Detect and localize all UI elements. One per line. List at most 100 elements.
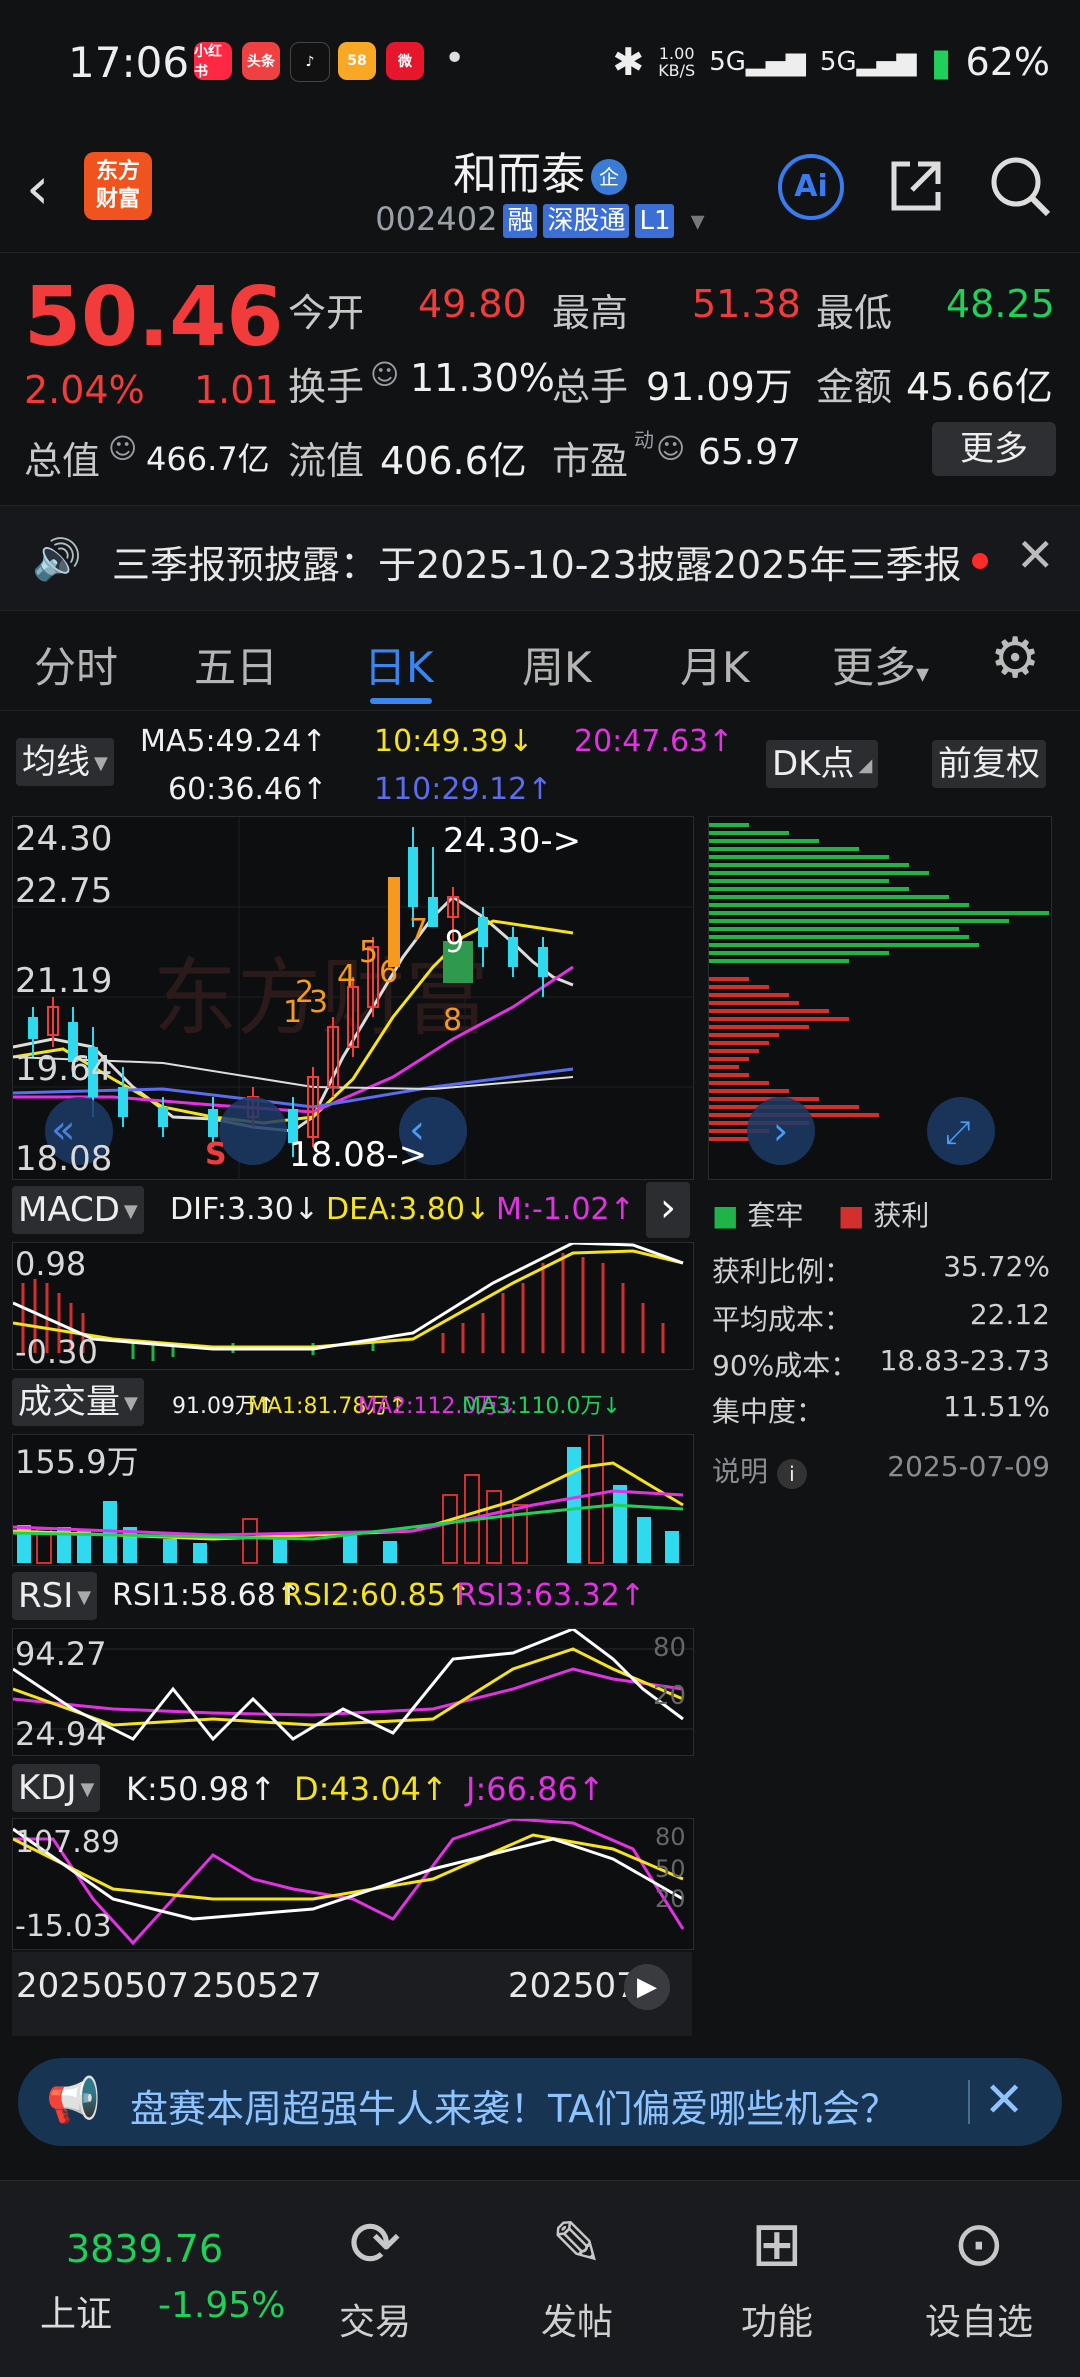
- adjust-price-button[interactable]: 前复权: [932, 740, 1046, 788]
- chip-distribution-chart[interactable]: › ⤢: [708, 816, 1052, 1180]
- tag-level: L1: [635, 204, 675, 238]
- rsi-graphics: [12, 1627, 693, 1742]
- concentration-row: 集中度： 11.51%: [712, 1390, 1050, 1428]
- tab-weekly-k[interactable]: 周K: [522, 634, 592, 695]
- macd-chart[interactable]: 0.98 -0.30: [12, 1241, 694, 1371]
- chevron-left-icon[interactable]: ‹: [409, 1107, 425, 1153]
- signal-6: 6: [379, 955, 399, 990]
- share-icon[interactable]: [884, 154, 948, 218]
- cost90-row: 90%成本： 18.83-23.73: [712, 1344, 1050, 1382]
- info-icon[interactable]: ☺: [656, 432, 685, 465]
- chevron-down-icon: ▼: [124, 1392, 138, 1414]
- battery-level: 62%: [965, 40, 1050, 84]
- rsi3-value: RSI3:63.32↑: [456, 1578, 645, 1613]
- kdj-selector[interactable]: KDJ ▼: [12, 1764, 101, 1812]
- stock-code: 002402: [375, 200, 498, 238]
- toutiao-icon: 头条: [242, 42, 280, 80]
- dk-point-selector[interactable]: DK点 ◢: [766, 740, 879, 788]
- low-value: 48.25: [946, 282, 1055, 326]
- rsi-selector[interactable]: RSI ▼: [12, 1572, 98, 1620]
- kline-chart[interactable]: 东方财富 24.30 22.75 21.19 19.64 18.08 24.30…: [12, 816, 694, 1180]
- nav-trade-label: 交易: [338, 2302, 411, 2343]
- status-bar: 17:06 小红书 头条 ♪ 58 微 • ✱ 1.00 KB/S 5G▂▄▆ 5…: [0, 0, 1080, 130]
- tab-daily-k[interactable]: 日K: [364, 634, 434, 695]
- ad-banner[interactable]: 📢 盘赛本周超强牛人来袭！TA们偏爱哪些机会？ ✕: [18, 2058, 1062, 2146]
- pe-value: 65.97: [698, 432, 802, 473]
- macd-dea: DEA:3.80↓: [326, 1192, 491, 1227]
- pe-dynamic-mark: 动: [634, 428, 654, 452]
- ad-text[interactable]: 盘赛本周超强牛人来袭！TA们偏爱哪些机会？: [130, 2078, 898, 2133]
- rsi-chart[interactable]: 94.27 24.94 80 20: [12, 1627, 694, 1756]
- nav-add-watchlist[interactable]: ⊙ 设自选: [904, 2181, 1054, 2345]
- kline-graphics: 东方财富: [12, 817, 693, 1179]
- index-name: 上证: [40, 2294, 113, 2335]
- nav-post[interactable]: ✎ 发帖: [502, 2181, 652, 2345]
- chip-bars: [709, 823, 1049, 1165]
- chevron-down-icon: ▼: [80, 1778, 95, 1800]
- edit-icon: ✎: [551, 2207, 603, 2280]
- gear-icon[interactable]: ⚙: [990, 626, 1040, 691]
- macd-selector[interactable]: MACD ▼: [12, 1186, 144, 1234]
- tab-more[interactable]: 更多▾: [832, 634, 929, 695]
- index-ticker[interactable]: 3839.76 上证 -1.95%: [24, 2181, 286, 2377]
- nav-functions[interactable]: ⊞ 功能: [702, 2181, 852, 2345]
- float-value: 406.6亿: [380, 439, 527, 483]
- ma20-value: 20:47.63↑: [574, 724, 734, 759]
- close-notice-button[interactable]: ✕: [1016, 528, 1055, 582]
- close-ad-button[interactable]: ✕: [984, 2072, 1024, 2128]
- ma110-value: 110:29.12↑: [374, 772, 553, 807]
- note-row[interactable]: 说明 i 2025-07-09: [712, 1450, 1050, 1490]
- y-axis-2: 22.75: [15, 871, 113, 911]
- turnover-value: 11.30%: [410, 356, 555, 400]
- last-price: 50.46: [24, 270, 284, 365]
- kdj-ref-20: 20: [655, 1885, 686, 1913]
- volume-ma3: MA3:110.0万↓: [462, 1394, 621, 1419]
- clock: 17:06: [68, 38, 190, 87]
- ma-selector[interactable]: 均线 ▼: [16, 738, 114, 786]
- macd-dif: DIF:3.30↓: [170, 1192, 319, 1227]
- chevron-right-icon[interactable]: ›: [646, 1182, 690, 1238]
- date-axis: 20250507 250527 202507 ▶: [12, 1952, 692, 2036]
- tab-monthly-k[interactable]: 月K: [680, 634, 750, 695]
- ai-assistant-button[interactable]: Ai: [778, 154, 844, 220]
- signal-9: 9: [445, 925, 465, 960]
- chevron-down-icon: ▼: [94, 752, 108, 774]
- rsi-y-top: 94.27: [15, 1635, 107, 1673]
- kdj-chart[interactable]: 107.89 -15.03 80 50 20: [12, 1817, 694, 1950]
- weibo-icon: 微: [386, 42, 424, 80]
- nav-functions-label: 功能: [740, 2302, 813, 2343]
- volume-selector[interactable]: 成交量 ▼: [12, 1378, 144, 1426]
- info-icon[interactable]: ☺: [370, 358, 399, 391]
- play-icon[interactable]: ▶: [624, 1964, 670, 2010]
- rsi1-value: RSI1:58.68↑: [112, 1578, 301, 1613]
- chevron-right-icon[interactable]: ›: [773, 1109, 788, 1153]
- rewind-icon[interactable]: «: [51, 1107, 75, 1153]
- expand-icon[interactable]: ⤢: [945, 1113, 971, 1152]
- more-quote-button[interactable]: 更多: [932, 422, 1056, 476]
- high-marker: 24.30->: [443, 821, 582, 861]
- volume-chart[interactable]: 155.9万: [12, 1434, 694, 1566]
- notice-banner[interactable]: 🔊 三季报预披露：于2025-10-23披露2025年三季报 ✕: [0, 505, 1080, 611]
- float-label: 流值: [288, 439, 365, 483]
- more-dots-icon: ⊙: [953, 2207, 1005, 2280]
- legend-profit: ■ 获利: [838, 1199, 930, 1232]
- nav-add-watchlist-label: 设自选: [924, 2302, 1033, 2343]
- more-notifications-dot: •: [444, 38, 466, 79]
- y-axis-4: 19.64: [15, 1049, 113, 1089]
- signal-icon-2: 5G▂▄▆: [819, 47, 917, 77]
- tab-five-day[interactable]: 五日: [194, 634, 278, 695]
- ma10-value: 10:49.39↓: [374, 724, 534, 759]
- info-icon[interactable]: ☺: [108, 432, 137, 465]
- notice-text[interactable]: 三季报预披露：于2025-10-23披露2025年三季报: [112, 534, 962, 589]
- tab-intraday[interactable]: 分时: [34, 634, 118, 695]
- rsi-y-bottom: 24.94: [15, 1715, 107, 1753]
- date-label-1: 20250507: [16, 1966, 190, 2006]
- speaker-icon: 🔊: [32, 537, 82, 583]
- index-change: -1.95%: [158, 2285, 286, 2326]
- search-icon[interactable]: [986, 152, 1054, 220]
- macd-m: M:-1.02↑: [496, 1192, 635, 1227]
- chevron-down-icon: ▾: [916, 659, 930, 689]
- open-value: 49.80: [418, 282, 527, 326]
- nav-trade[interactable]: ⟳ 交易: [300, 2181, 450, 2345]
- change-percent: 2.04%: [24, 368, 145, 412]
